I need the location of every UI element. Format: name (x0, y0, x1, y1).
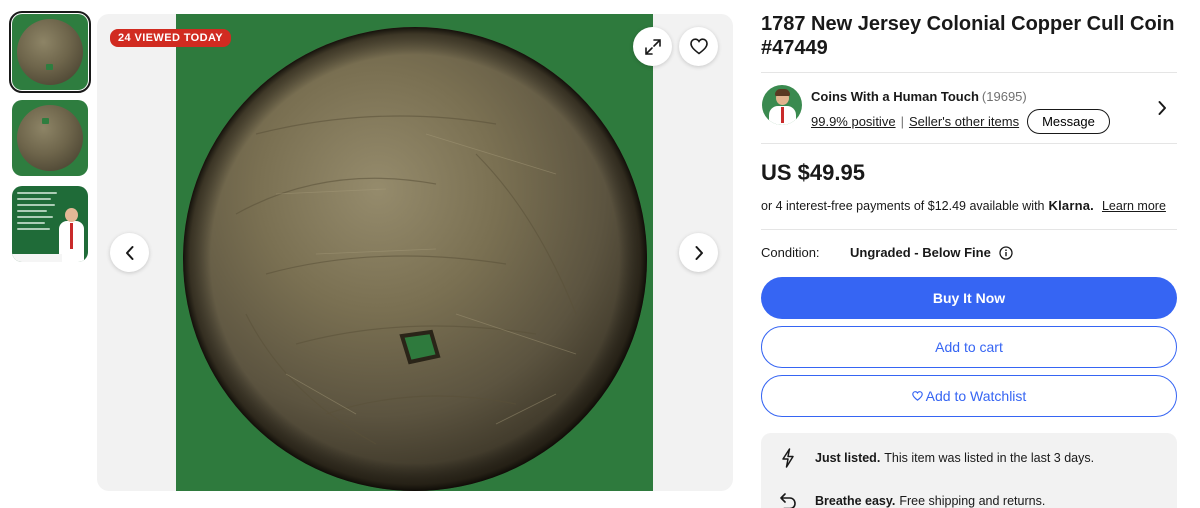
condition-label: Condition: (761, 245, 820, 260)
separator: | (900, 114, 904, 129)
lightning-icon (778, 448, 798, 468)
price: US $49.95 (761, 160, 865, 185)
coin-hole-mark (42, 118, 49, 124)
klarna-learn-more-link[interactable]: Learn more (1102, 199, 1166, 213)
expand-icon (644, 38, 661, 55)
divider (761, 143, 1177, 144)
condition-row: Condition: Ungraded - Below Fine (761, 245, 1177, 260)
main-image-gallery: 24 VIEWED TODAY (97, 14, 733, 491)
buy-it-now-button[interactable]: Buy It Now (761, 277, 1177, 319)
coin-thumbnail-image (17, 105, 83, 171)
seller-name-line: Coins With a Human Touch (19695) (811, 89, 1027, 104)
coin-thumbnail-image (17, 19, 83, 85)
heart-icon (689, 38, 708, 55)
seller-avatar[interactable] (762, 85, 802, 125)
seller-other-items-link[interactable]: Seller's other items (909, 114, 1019, 129)
klarna-logo: Klarna. (1048, 198, 1094, 213)
condition-value: Ungraded - Below Fine (850, 245, 991, 260)
views-badge: 24 VIEWED TODAY (110, 29, 232, 47)
seller-card[interactable]: Coins With a Human Touch (19695) 99.9% po… (761, 73, 1177, 143)
heart-icon (911, 391, 923, 401)
seller-name[interactable]: Coins With a Human Touch (811, 89, 979, 104)
promo-text-lines (17, 192, 59, 234)
coin-hole-mark (46, 64, 53, 70)
thumbnail-coin-front-alt[interactable] (12, 100, 88, 176)
message-button[interactable]: Message (1027, 109, 1110, 134)
highlight-text: This item was listed in the last 3 days. (884, 451, 1095, 465)
highlight-bold: Breathe easy. (815, 494, 896, 508)
next-image-button[interactable] (679, 233, 718, 272)
listing-info-panel: 1787 New Jersey Colonial Copper Cull Coi… (761, 12, 1177, 508)
add-to-cart-button[interactable]: Add to cart (761, 326, 1177, 368)
chevron-right-icon (695, 245, 703, 260)
listing-highlights: Just listed. This item was listed in the… (761, 433, 1177, 508)
highlight-breathe-easy: Breathe easy. Free shipping and returns. (778, 491, 1045, 508)
highlight-bold: Just listed. (815, 451, 881, 465)
divider (761, 229, 1177, 230)
seller-feedback-count: (19695) (981, 89, 1027, 104)
listing-title: 1787 New Jersey Colonial Copper Cull Coi… (761, 13, 1175, 59)
previous-image-button[interactable] (110, 233, 149, 272)
thumbnail-list (9, 11, 91, 272)
highlight-text: Free shipping and returns. (899, 494, 1046, 508)
seller-links: 99.9% positive | Seller's other items Me… (811, 109, 1110, 134)
add-to-watchlist-button[interactable]: Add to Watchlist (761, 375, 1177, 417)
coin-image[interactable] (176, 14, 653, 491)
watchlist-label: Add to Watchlist (925, 388, 1027, 404)
watch-heart-button[interactable] (679, 27, 718, 66)
positive-feedback-link[interactable]: 99.9% positive (811, 114, 896, 129)
info-icon[interactable] (999, 245, 1013, 260)
klarna-text: or 4 interest-free payments of $12.49 av… (761, 198, 1045, 213)
chevron-right-icon[interactable] (1157, 100, 1167, 116)
return-arrow-icon (778, 491, 798, 508)
highlight-just-listed: Just listed. This item was listed in the… (778, 448, 1094, 468)
thumbnail-coin-front[interactable] (9, 11, 91, 93)
thumbnail-seller-promo-card[interactable] (12, 186, 88, 262)
promo-footer (12, 254, 62, 262)
chevron-left-icon (125, 245, 133, 260)
expand-button[interactable] (633, 27, 672, 66)
klarna-installments: or 4 interest-free payments of $12.49 av… (761, 198, 1177, 213)
